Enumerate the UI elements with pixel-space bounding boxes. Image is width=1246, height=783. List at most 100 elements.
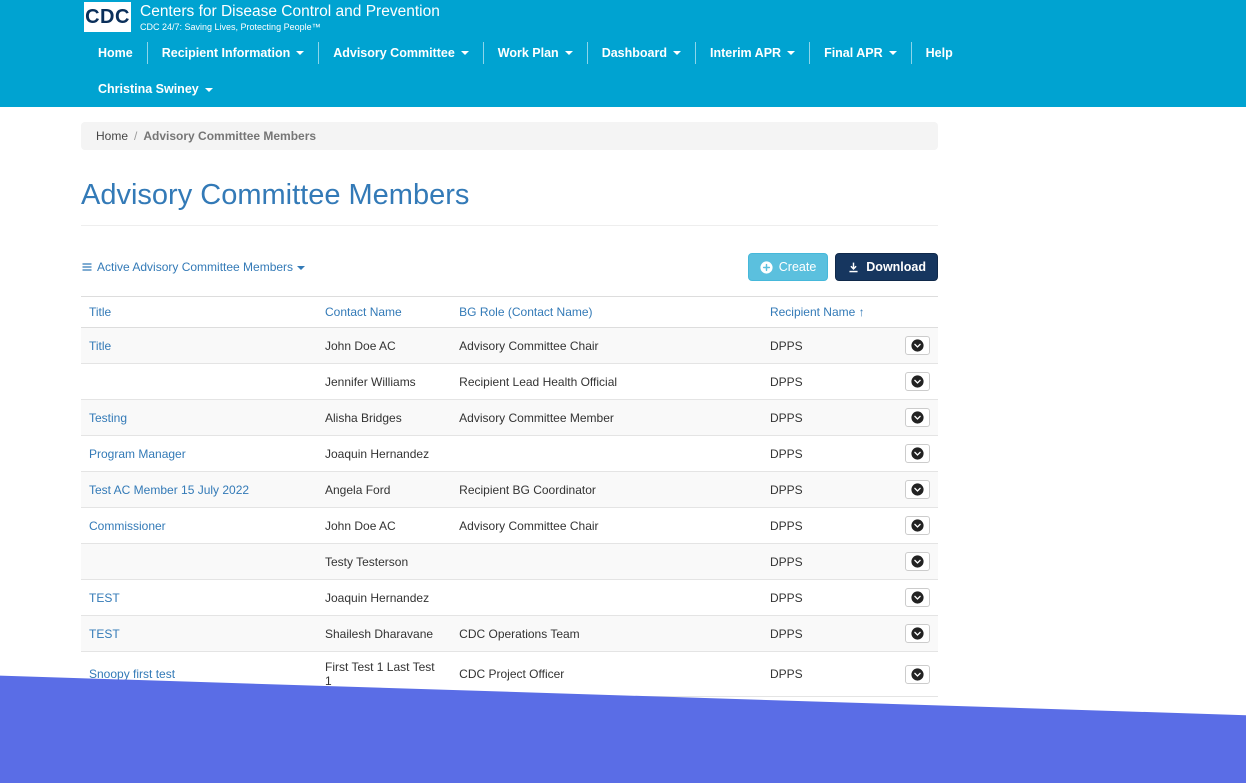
chevron-down-circle-icon (911, 375, 924, 388)
chevron-down-circle-icon (911, 339, 924, 352)
column-header-title[interactable]: Title (81, 297, 317, 328)
filter-label: Active Advisory Committee Members (97, 260, 293, 274)
contact-name-cell: Shailesh Dharavane (317, 616, 451, 652)
column-header-link[interactable]: Recipient Name (770, 305, 855, 319)
table-row: Jennifer Williams Recipient Lead Health … (81, 364, 938, 400)
row-actions-button[interactable] (905, 408, 930, 427)
row-actions-button[interactable] (905, 444, 930, 463)
nav-label: Help (926, 46, 953, 60)
brand-text: Centers for Disease Control and Preventi… (140, 2, 440, 32)
table-row: Program Manager Joaquin Hernandez DPPS (81, 436, 938, 472)
column-header-recipient-name[interactable]: Recipient Name ↑ (762, 297, 897, 328)
nav-item-interim-apr[interactable]: Interim APR (696, 42, 810, 64)
recipient-name-cell: DPPS (762, 544, 897, 580)
list-icon (81, 261, 93, 273)
member-title-link[interactable]: Commissioner (89, 519, 166, 533)
site-header: CDC Centers for Disease Control and Prev… (0, 0, 1246, 107)
row-actions-button[interactable] (905, 665, 930, 684)
chevron-down-circle-icon (911, 555, 924, 568)
nav-label: Work Plan (498, 46, 559, 60)
org-name: Centers for Disease Control and Preventi… (140, 3, 440, 21)
breadcrumb: Home / Advisory Committee Members (81, 122, 938, 150)
cdc-logo[interactable]: CDC (84, 2, 131, 32)
recipient-name-cell: DPPS (762, 364, 897, 400)
contact-name-cell: John Doe AC (317, 328, 451, 364)
sort-ascending-icon: ↑ (859, 305, 865, 319)
caret-down-icon (461, 51, 469, 55)
caret-down-icon (889, 51, 897, 55)
contact-name-cell: John Doe AC (317, 508, 451, 544)
nav-item-final-apr[interactable]: Final APR (810, 42, 912, 64)
bg-role-cell (451, 544, 762, 580)
create-button[interactable]: Create (748, 253, 829, 281)
recipient-name-cell: DPPS (762, 436, 897, 472)
contact-name-cell: Angela Ford (317, 472, 451, 508)
download-button[interactable]: Download (835, 253, 938, 281)
row-actions-button[interactable] (905, 336, 930, 355)
nav-item-work-plan[interactable]: Work Plan (484, 42, 588, 64)
page-title: Advisory Committee Members (81, 179, 938, 226)
bg-role-cell: Recipient Lead Health Official (451, 364, 762, 400)
table-row: Commissioner John Doe AC Advisory Commit… (81, 508, 938, 544)
row-actions-button[interactable] (905, 372, 930, 391)
row-actions-button[interactable] (905, 624, 930, 643)
table-row: TEST Joaquin Hernandez DPPS (81, 580, 938, 616)
filter-dropdown[interactable]: Active Advisory Committee Members (81, 260, 305, 274)
nav-item-advisory-committee[interactable]: Advisory Committee (319, 42, 484, 64)
nav-label: Final APR (824, 46, 883, 60)
chevron-down-circle-icon (911, 591, 924, 604)
nav-item-recipient-information[interactable]: Recipient Information (148, 42, 319, 64)
column-header-contact-name[interactable]: Contact Name (317, 297, 451, 328)
caret-down-icon (787, 51, 795, 55)
recipient-name-cell: DPPS (762, 652, 897, 697)
nav-item-help[interactable]: Help (912, 42, 967, 64)
chevron-down-circle-icon (911, 668, 924, 681)
caret-down-icon (565, 51, 573, 55)
main-content: Home / Advisory Committee Members Adviso… (81, 122, 938, 697)
caret-down-icon (297, 266, 305, 270)
row-actions-button[interactable] (905, 516, 930, 535)
table-header-row: Title Contact Name BG Role (Contact Name… (81, 297, 938, 328)
bg-role-cell (451, 436, 762, 472)
chevron-down-circle-icon (911, 411, 924, 424)
member-title-link[interactable]: Testing (89, 411, 127, 425)
member-title-link[interactable]: TEST (89, 627, 120, 641)
contact-name-cell: Joaquin Hernandez (317, 436, 451, 472)
column-header-bg-role[interactable]: BG Role (Contact Name) (451, 297, 762, 328)
table-row: Test AC Member 15 July 2022 Angela Ford … (81, 472, 938, 508)
contact-name-cell: Joaquin Hernandez (317, 580, 451, 616)
bg-role-cell: Advisory Committee Chair (451, 328, 762, 364)
caret-down-icon (673, 51, 681, 55)
breadcrumb-home-link[interactable]: Home (96, 129, 128, 143)
create-button-label: Create (779, 260, 817, 274)
recipient-name-cell: DPPS (762, 616, 897, 652)
table-row: Testing Alisha Bridges Advisory Committe… (81, 400, 938, 436)
table-row: TEST Shailesh Dharavane CDC Operations T… (81, 616, 938, 652)
member-title-link[interactable]: Test AC Member 15 July 2022 (89, 483, 249, 497)
nav-label: Advisory Committee (333, 46, 455, 60)
bg-role-cell: CDC Project Officer (451, 652, 762, 697)
nav-item-home[interactable]: Home (84, 42, 148, 64)
column-header-link[interactable]: Title (89, 305, 111, 319)
members-table: Title Contact Name BG Role (Contact Name… (81, 296, 938, 697)
contact-name-cell: Testy Testerson (317, 544, 451, 580)
nav-label: Home (98, 46, 133, 60)
bg-role-cell: CDC Operations Team (451, 616, 762, 652)
table-row: Testy Testerson DPPS (81, 544, 938, 580)
nav-item-dashboard[interactable]: Dashboard (588, 42, 696, 64)
member-title-link[interactable]: Program Manager (89, 447, 186, 461)
row-actions-button[interactable] (905, 588, 930, 607)
download-icon (847, 261, 860, 274)
recipient-name-cell: DPPS (762, 400, 897, 436)
toolbar-buttons: Create Download (748, 253, 938, 281)
member-title-link[interactable]: Title (89, 339, 111, 353)
nav-label: Dashboard (602, 46, 667, 60)
user-menu[interactable]: Christina Swiney (84, 82, 227, 96)
plus-circle-icon (760, 261, 773, 274)
column-header-link[interactable]: Contact Name (325, 305, 402, 319)
bg-role-cell: Recipient BG Coordinator (451, 472, 762, 508)
member-title-link[interactable]: TEST (89, 591, 120, 605)
column-header-link[interactable]: BG Role (Contact Name) (459, 305, 592, 319)
row-actions-button[interactable] (905, 552, 930, 571)
row-actions-button[interactable] (905, 480, 930, 499)
